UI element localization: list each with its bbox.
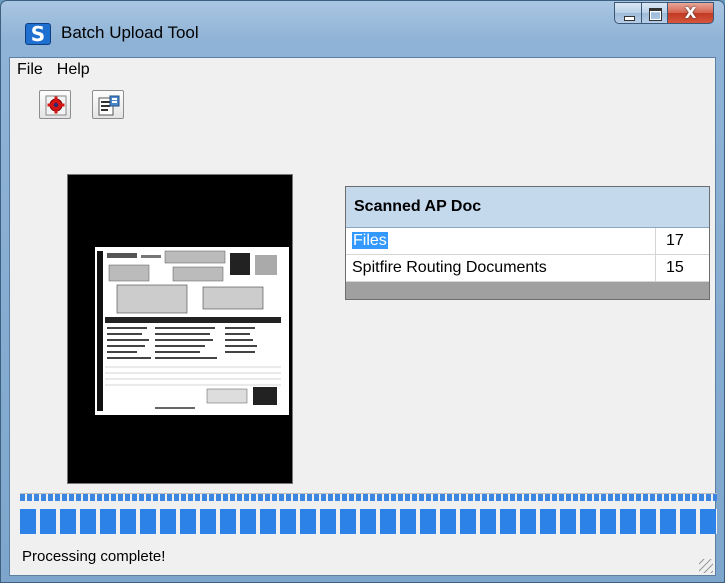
grid-cell-count[interactable]: 15	[656, 255, 709, 281]
minimize-button[interactable]	[614, 2, 642, 24]
maximize-button[interactable]	[642, 2, 668, 24]
grid-cell-count[interactable]: 17	[656, 228, 709, 254]
title-bar[interactable]: S Batch Upload Tool X	[1, 1, 724, 57]
properties-form-icon	[98, 95, 120, 116]
overall-progress-bar	[20, 509, 717, 534]
caption-buttons: X	[614, 2, 714, 24]
grid-header[interactable]: Scanned AP Doc	[346, 187, 709, 228]
menu-bar: File Help	[10, 58, 715, 82]
grid-cell-name[interactable]: Spitfire Routing Documents	[346, 255, 656, 281]
document-type-grid: Scanned AP Doc Files 17 Spitfire Routing…	[345, 186, 710, 300]
status-text: Processing complete!	[22, 548, 166, 565]
toolbar	[10, 83, 715, 123]
app-window: S Batch Upload Tool X File Help Scanned …	[0, 0, 725, 583]
close-icon: X	[684, 4, 697, 22]
row-name-selected: Files	[352, 232, 388, 249]
grid-row[interactable]: Files 17	[346, 228, 709, 255]
document-preview	[67, 174, 293, 484]
scanned-document-image	[95, 247, 289, 415]
resize-grip-icon[interactable]	[699, 559, 713, 573]
client-area: File Help Scanned AP Doc Files 17 Spitfi…	[9, 57, 717, 576]
app-icon[interactable]: S	[25, 23, 51, 45]
menu-help[interactable]: Help	[50, 58, 97, 82]
window-title: Batch Upload Tool	[61, 23, 199, 42]
grid-cell-name[interactable]: Files	[346, 228, 656, 254]
properties-button[interactable]	[92, 90, 124, 119]
settings-gear-icon	[45, 95, 67, 116]
grid-row[interactable]: Spitfire Routing Documents 15	[346, 255, 709, 282]
menu-file[interactable]: File	[10, 58, 50, 82]
file-progress-bar	[20, 493, 717, 501]
settings-button[interactable]	[39, 90, 71, 119]
close-button[interactable]: X	[668, 2, 714, 24]
